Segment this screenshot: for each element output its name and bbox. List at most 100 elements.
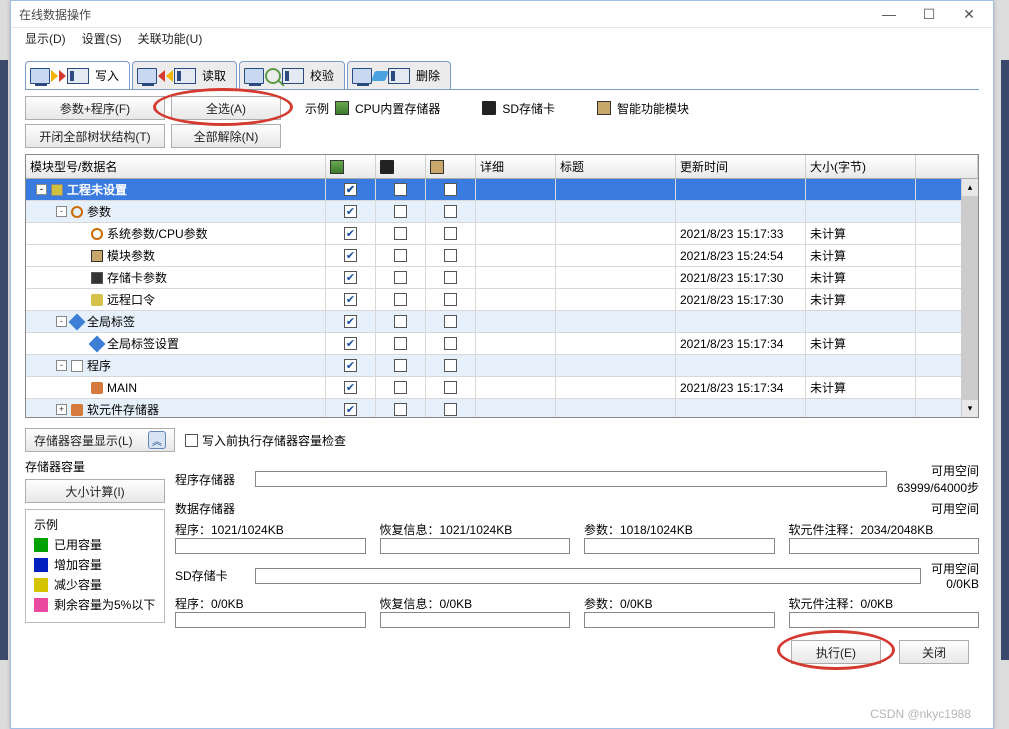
scroll-up[interactable]: ▴ bbox=[962, 179, 978, 196]
checkbox[interactable] bbox=[394, 293, 407, 306]
write-icon bbox=[30, 68, 89, 84]
checkbox[interactable] bbox=[444, 249, 457, 262]
checkbox[interactable] bbox=[444, 205, 457, 218]
close-button[interactable]: 关闭 bbox=[899, 640, 969, 664]
tab-content: 参数+程序(F) 全选(A) 示例 CPU内置存储器 SD存储卡 智能功能模块 … bbox=[25, 89, 979, 150]
checkbox[interactable] bbox=[394, 227, 407, 240]
checkbox[interactable] bbox=[344, 227, 357, 240]
tree-toggle[interactable]: - bbox=[56, 360, 67, 371]
doc-icon bbox=[71, 360, 83, 372]
prog-mem-label: 程序存储器 bbox=[175, 471, 245, 488]
checkbox[interactable] bbox=[444, 403, 457, 416]
table-row[interactable]: 远程口令2021/8/23 15:17:30未计算 bbox=[26, 289, 978, 311]
data-restore: 恢复信息：1021/1024KB bbox=[380, 521, 571, 538]
checkbox[interactable] bbox=[394, 315, 407, 328]
tab-read[interactable]: 读取 bbox=[132, 61, 237, 89]
table-row[interactable]: 存储卡参数2021/8/23 15:17:30未计算 bbox=[26, 267, 978, 289]
table-row[interactable]: 模块参数2021/8/23 15:24:54未计算 bbox=[26, 245, 978, 267]
checkbox[interactable] bbox=[394, 359, 407, 372]
checkbox[interactable] bbox=[344, 359, 357, 372]
checkbox[interactable] bbox=[344, 293, 357, 306]
data-program: 程序：1021/1024KB bbox=[175, 521, 366, 538]
checkbox[interactable] bbox=[344, 381, 357, 394]
checkbox[interactable] bbox=[394, 403, 407, 416]
params-program-button[interactable]: 参数+程序(F) bbox=[25, 96, 165, 120]
menu-assoc[interactable]: 关联功能(U) bbox=[130, 28, 211, 49]
close-window-button[interactable]: ✕ bbox=[949, 3, 989, 25]
precheck-checkbox[interactable]: 写入前执行存储器容量检查 bbox=[185, 432, 346, 449]
data-param: 参数：1018/1024KB bbox=[584, 521, 775, 538]
menu-display[interactable]: 显示(D) bbox=[17, 28, 74, 49]
expand-tree-button[interactable]: 开闭全部树状结构(T) bbox=[25, 124, 165, 148]
select-all-button[interactable]: 全选(A) bbox=[171, 96, 281, 120]
checkbox[interactable] bbox=[344, 271, 357, 284]
read-icon bbox=[137, 68, 196, 84]
mem-icon bbox=[91, 272, 103, 284]
checkbox[interactable] bbox=[394, 205, 407, 218]
table-row[interactable]: 系统参数/CPU参数2021/8/23 15:17:33未计算 bbox=[26, 223, 978, 245]
col-size[interactable]: 大小(字节) bbox=[806, 155, 916, 178]
col-detail[interactable]: 详细 bbox=[476, 155, 556, 178]
legend-example-label: 示例 bbox=[305, 100, 329, 117]
checkbox[interactable] bbox=[444, 227, 457, 240]
tab-delete[interactable]: 删除 bbox=[347, 61, 451, 89]
execute-button[interactable]: 执行(E) bbox=[791, 640, 881, 664]
fn-icon bbox=[597, 101, 611, 115]
row-name: 工程未设置 bbox=[67, 181, 127, 198]
menu-settings[interactable]: 设置(S) bbox=[74, 28, 130, 49]
checkbox[interactable] bbox=[344, 337, 357, 350]
checkbox[interactable] bbox=[444, 337, 457, 350]
tree-toggle[interactable]: - bbox=[56, 206, 67, 217]
checkbox[interactable] bbox=[444, 271, 457, 284]
checkbox[interactable] bbox=[444, 359, 457, 372]
col-updated[interactable]: 更新时间 bbox=[676, 155, 806, 178]
tree-toggle[interactable]: - bbox=[36, 184, 47, 195]
tag-icon bbox=[89, 335, 106, 352]
checkbox[interactable] bbox=[394, 183, 407, 196]
table-row[interactable]: - 全局标签 bbox=[26, 311, 978, 333]
checkbox[interactable] bbox=[344, 403, 357, 416]
checkbox[interactable] bbox=[394, 337, 407, 350]
minimize-button[interactable]: — bbox=[869, 3, 909, 25]
checkbox[interactable] bbox=[344, 315, 357, 328]
maximize-button[interactable]: ☐ bbox=[909, 3, 949, 25]
table-row[interactable]: MAIN2021/8/23 15:17:34未计算 bbox=[26, 377, 978, 399]
col-name[interactable]: 模块型号/数据名 bbox=[26, 155, 326, 178]
sd-bar bbox=[255, 568, 921, 584]
legend-reduced: 减少容量 bbox=[34, 576, 156, 593]
table-row[interactable]: -参数 bbox=[26, 201, 978, 223]
col-fn[interactable] bbox=[426, 155, 476, 178]
scroll-down[interactable]: ▾ bbox=[962, 400, 978, 417]
col-title[interactable]: 标题 bbox=[556, 155, 676, 178]
checkbox[interactable] bbox=[394, 381, 407, 394]
table-scrollbar[interactable]: ▴ ▾ bbox=[961, 179, 978, 417]
chip-icon bbox=[330, 160, 344, 174]
checkbox[interactable] bbox=[444, 381, 457, 394]
col-sd[interactable] bbox=[376, 155, 426, 178]
checkbox[interactable] bbox=[344, 205, 357, 218]
checkbox[interactable] bbox=[394, 271, 407, 284]
checkbox[interactable] bbox=[344, 249, 357, 262]
tree-toggle[interactable]: - bbox=[56, 316, 67, 327]
storage-display-button[interactable]: 存储器容量显示(L) ︽ bbox=[25, 428, 175, 452]
table-body: -工程未设置-参数系统参数/CPU参数2021/8/23 15:17:33未计算… bbox=[26, 179, 978, 417]
checkbox[interactable] bbox=[344, 183, 357, 196]
table-row[interactable]: - 程序 bbox=[26, 355, 978, 377]
row-name: 全局标签 bbox=[87, 313, 135, 330]
checkbox[interactable] bbox=[444, 315, 457, 328]
data-table: 模块型号/数据名 详细 标题 更新时间 大小(字节) -工程未设置-参数系统参数… bbox=[25, 154, 979, 418]
table-row[interactable]: +软元件存储器 bbox=[26, 399, 978, 417]
table-row[interactable]: 全局标签设置2021/8/23 15:17:34未计算 bbox=[26, 333, 978, 355]
row-name: 程序 bbox=[87, 357, 111, 374]
clear-all-button[interactable]: 全部解除(N) bbox=[171, 124, 281, 148]
col-chip[interactable] bbox=[326, 155, 376, 178]
tab-write[interactable]: 写入 bbox=[25, 61, 130, 89]
checkbox[interactable] bbox=[394, 249, 407, 262]
capacity-title: 存储器容量 bbox=[25, 458, 165, 475]
checkbox[interactable] bbox=[444, 293, 457, 306]
checkbox[interactable] bbox=[444, 183, 457, 196]
calc-size-button[interactable]: 大小计算(I) bbox=[25, 479, 165, 503]
table-row[interactable]: - 工程未设置 bbox=[26, 179, 978, 201]
tree-toggle[interactable]: + bbox=[56, 404, 67, 415]
tab-verify[interactable]: 校验 bbox=[239, 61, 345, 89]
